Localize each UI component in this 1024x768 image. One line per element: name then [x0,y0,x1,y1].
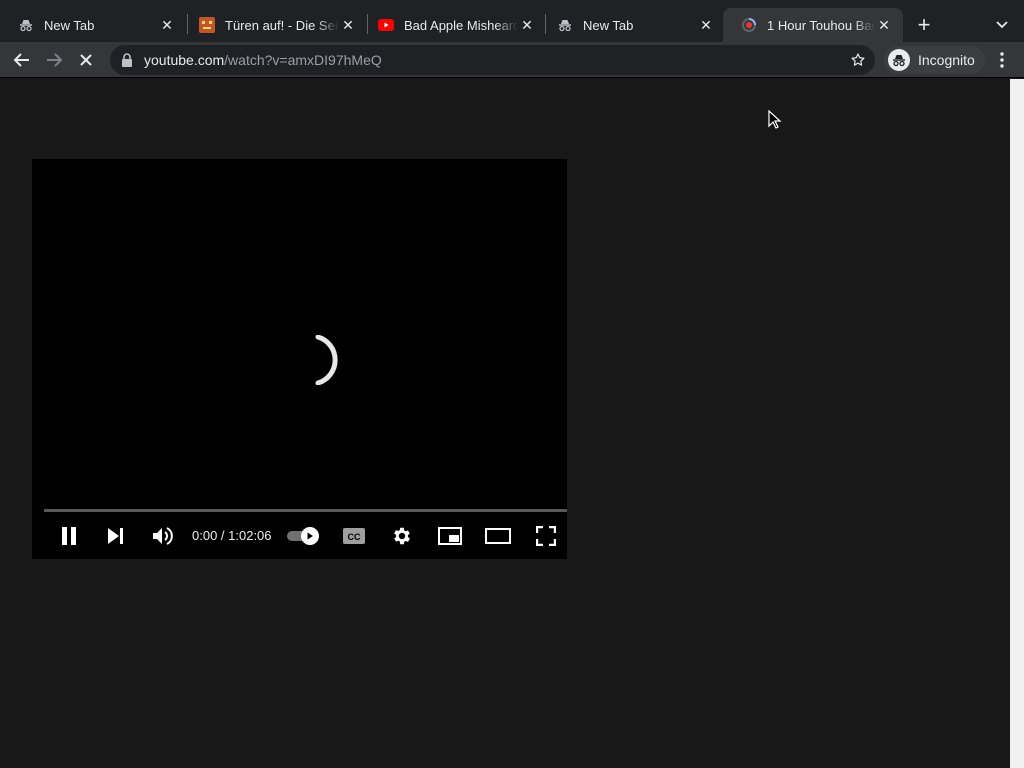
tab-title: 1 Hour Touhou Bad A [767,17,875,33]
pause-icon [62,527,76,545]
tab-new-tab-1[interactable]: New Tab ✕ [0,8,186,42]
gear-icon [394,527,410,545]
close-icon[interactable]: ✕ [339,16,357,34]
browser-menu-button[interactable] [992,46,1012,74]
bookmark-star-icon[interactable] [849,51,867,69]
url-host: youtube.com [144,52,225,68]
site-icon [199,17,215,33]
tab-strip: New Tab ✕ Türen auf! - Die Seit ✕ Bad Ap… [0,0,1024,42]
url-text: youtube.com/watch?v=amxDI97hMeQ [144,52,382,68]
tab-search-chevron-icon[interactable] [990,13,1014,37]
next-button[interactable] [102,522,130,550]
loading-spinner-icon [315,335,338,385]
lock-icon[interactable] [120,53,134,67]
forward-button[interactable] [40,46,68,74]
arrow-left-icon [13,53,29,67]
mute-button[interactable] [149,522,177,550]
theater-mode-button[interactable] [484,522,512,550]
profile-label: Incognito [918,52,975,68]
stop-x-icon [80,54,92,66]
kebab-menu-icon [1000,52,1004,68]
skip-next-icon [108,528,123,544]
stop-loading-button[interactable] [72,46,100,74]
youtube-icon [378,17,394,33]
fullscreen-icon [536,526,556,546]
back-button[interactable] [8,46,36,74]
arrow-right-icon [47,53,63,67]
address-bar[interactable]: youtube.com/watch?v=amxDI97hMeQ [110,45,875,75]
incognito-profile-button[interactable]: Incognito [884,46,985,74]
url-path: /watch?v=amxDI97hMeQ [224,52,382,68]
volume-icon [153,527,173,545]
tab-new-tab-2[interactable]: New Tab ✕ [539,8,725,42]
video-progress-bar[interactable] [44,509,567,512]
svg-text:CC: CC [348,532,361,542]
tab-title: New Tab [44,17,95,33]
close-icon[interactable]: ✕ [518,16,536,34]
close-icon[interactable]: ✕ [875,16,893,34]
autoplay-toggle[interactable] [286,526,320,546]
subtitles-button[interactable]: CC [340,522,368,550]
time-display: 0:00 / 1:02:06 [192,528,272,543]
mouse-cursor-icon [768,110,782,129]
tab-turen-auf[interactable]: Türen auf! - Die Seit ✕ [181,8,367,42]
loading-icon [741,17,757,33]
settings-button[interactable] [388,522,416,550]
pause-button[interactable] [55,522,83,550]
incognito-icon [557,17,573,33]
tab-title: New Tab [583,17,634,33]
incognito-avatar-icon [888,49,910,71]
tab-touhou-bad-apple[interactable]: 1 Hour Touhou Bad A ✕ [723,8,903,42]
incognito-icon [18,17,34,33]
browser-toolbar: youtube.com/watch?v=amxDI97hMeQ Incognit… [0,42,1024,78]
tab-title: Türen auf! - Die Seit [225,17,339,33]
miniplayer-button[interactable] [436,522,464,550]
theater-mode-icon [485,528,511,544]
tab-title: Bad Apple Misheard [404,17,518,33]
close-icon[interactable]: ✕ [697,16,715,34]
fullscreen-button[interactable] [532,522,560,550]
new-tab-button[interactable]: + [912,12,936,37]
page-scrollbar[interactable] [1010,79,1024,768]
closed-captions-icon: CC [343,528,365,544]
close-icon[interactable]: ✕ [158,16,176,34]
tab-bad-apple-misheard[interactable]: Bad Apple Misheard ✕ [360,8,546,42]
miniplayer-icon [438,527,462,545]
